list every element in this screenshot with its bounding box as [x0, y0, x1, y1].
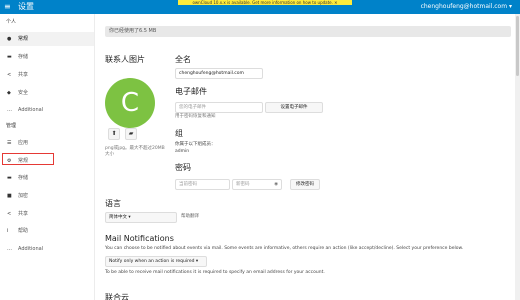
hamburger-menu-icon[interactable]: ≡ [4, 3, 11, 11]
sidebar-item-label: 加密 [18, 193, 29, 199]
sidebar-item-admin-additional[interactable]: … Additional [0, 242, 94, 256]
help-translate-link[interactable]: 帮助翻译 [181, 214, 199, 220]
sidebar-item-admin-sharing[interactable]: < 共享 [0, 207, 94, 221]
language-select[interactable]: 简体中文 ▾ [105, 212, 177, 223]
sidebar-item-label: 共享 [18, 211, 29, 217]
info-icon: i [7, 228, 9, 234]
sidebar-item-personal-sharing[interactable]: < 共享 [0, 68, 94, 82]
groups-value: admin [175, 149, 190, 154]
mail-notifications-description: You can choose to be notified about even… [105, 246, 464, 251]
avatar-title: 联系人图片 [105, 55, 145, 64]
email-placeholder: 您的电子邮件 [179, 105, 206, 110]
storage-icon: ▬ [7, 54, 12, 60]
app-title[interactable]: 设置 [18, 2, 34, 12]
sidebar-item-label: 安全 [18, 90, 29, 96]
settings-content: 你已经使用了6.5 MB 联系人图片 C ⬆ ▰ png或jpg。最大不超过20… [95, 14, 520, 300]
sidebar-item-admin-apps[interactable]: ☰ 应用 [0, 136, 94, 150]
new-password-field[interactable]: 新密码 ◉ [232, 179, 282, 190]
lock-icon: ■ [7, 193, 12, 199]
new-password-placeholder: 新密码 [236, 182, 250, 187]
fullname-title: 全名 [175, 55, 191, 64]
fullname-field[interactable]: chenghoufeng@hotmail.com [175, 68, 263, 79]
avatar-hint: png或jpg。最大不超过20MB大小 [105, 146, 165, 157]
more-icon: … [7, 246, 12, 252]
storage-icon: ▬ [7, 175, 12, 181]
mail-notifications-note: To be able to receive mail notifications… [105, 270, 325, 275]
sidebar-item-admin-storage[interactable]: ▬ 存储 [0, 171, 94, 185]
current-password-placeholder: 当前密码 [179, 182, 197, 187]
eye-icon[interactable]: ◉ [274, 180, 278, 189]
avatar: C [105, 78, 155, 128]
sidebar-section-personal: 个人 [6, 19, 17, 25]
sidebar-item-label: 共享 [18, 72, 29, 78]
list-icon: ☰ [7, 140, 12, 146]
sidebar-item-admin-encryption[interactable]: ■ 加密 [0, 189, 94, 203]
sidebar-item-label: 常规 [18, 36, 29, 42]
current-password-field[interactable]: 当前密码 [175, 179, 230, 190]
share-icon: < [7, 72, 12, 78]
user-icon: ● [7, 36, 12, 42]
email-field[interactable]: 您的电子邮件 [175, 102, 263, 113]
groups-text: 你属于以下组成员： [175, 142, 216, 147]
update-notice[interactable]: ownCloud 10.x.x is available. Get more i… [178, 0, 352, 5]
user-menu[interactable]: chenghoufeng@hotmail.com ▾ [421, 2, 512, 12]
sidebar-item-personal-additional[interactable]: … Additional [0, 103, 94, 117]
share-icon: < [7, 211, 12, 217]
language-title: 语言 [105, 199, 121, 208]
upload-icon[interactable]: ⬆ [108, 128, 120, 140]
sidebar-item-label: 帮助 [18, 228, 29, 234]
sidebar-item-personal-general[interactable]: ● 常规 [0, 32, 94, 46]
sidebar-item-personal-security[interactable]: ◆ 安全 [0, 86, 94, 100]
sidebar-section-admin: 管理 [6, 123, 17, 129]
set-email-button[interactable]: 设置电子邮件 [265, 102, 323, 113]
mail-notifications-title: Mail Notifications [105, 234, 174, 243]
sidebar-item-label: 应用 [18, 140, 29, 146]
change-password-button[interactable]: 修改密码 [290, 179, 320, 190]
mail-notifications-select[interactable]: Notify only when an action is required ▾ [105, 256, 207, 267]
sidebar-item-label: 存储 [18, 54, 29, 60]
groups-title: 组 [175, 129, 183, 138]
shield-icon: ◆ [7, 90, 11, 96]
quota-bar: 你已经使用了6.5 MB [105, 26, 511, 37]
sidebar-item-label: Additional [18, 246, 44, 252]
sidebar-item-admin-help[interactable]: i 帮助 [0, 224, 94, 238]
sidebar-item-label: 存储 [18, 175, 29, 181]
federated-cloud-title: 联合云 [105, 293, 129, 300]
password-title: 密码 [175, 163, 191, 172]
email-hint: 用于密码恢复和通知 [175, 114, 216, 119]
page-scrollbar[interactable] [515, 14, 520, 300]
scrollbar-thumb[interactable] [516, 16, 519, 76]
sidebar-item-personal-storage[interactable]: ▬ 存储 [0, 50, 94, 64]
sidebar-item-label: Additional [18, 107, 44, 113]
email-title: 电子邮件 [175, 87, 207, 96]
more-icon: … [7, 107, 12, 113]
highlight-box [2, 153, 54, 165]
folder-icon[interactable]: ▰ [125, 128, 137, 140]
